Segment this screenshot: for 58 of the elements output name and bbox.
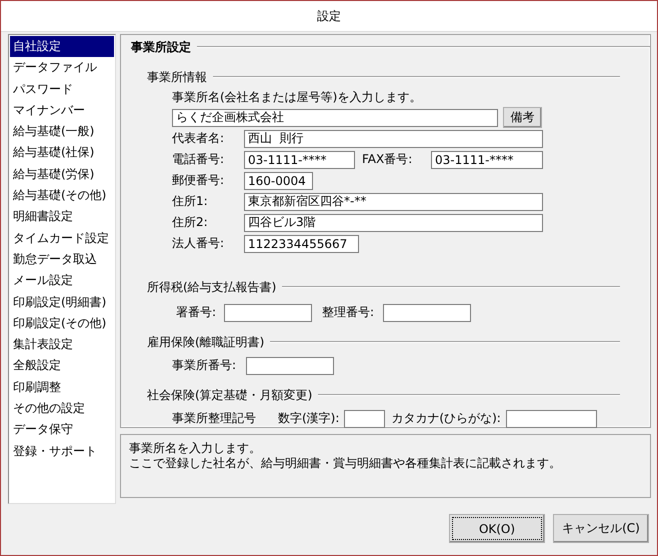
field-label: 住所2: [172, 214, 209, 231]
help-text: ここで登録した社名が、給与明細書・賞与明細書や各種集計表に記載されます。 [129, 456, 562, 471]
sidebar-item[interactable]: マイナンバー [10, 100, 114, 122]
sidebar-item[interactable]: 勤怠データ取込 [10, 248, 114, 270]
input-field[interactable]: 03-1111-**** [431, 150, 543, 168]
input-field[interactable] [224, 304, 312, 322]
field-label: 法人番号: [172, 235, 226, 252]
sidebar-item[interactable]: 全般設定 [10, 355, 114, 377]
window-title: 設定 [317, 8, 341, 24]
field-label: 事業所整理記号 [172, 410, 257, 427]
field-label: 数字(漢字): [278, 410, 340, 427]
input-field[interactable]: 03-1111-**** [244, 150, 355, 168]
sidebar-item[interactable]: 給与基礎(一般) [10, 121, 114, 142]
company-name-field[interactable]: らくだ企画株式会社 [172, 108, 498, 126]
field-label: 郵便番号: [172, 172, 226, 189]
sidebar-item[interactable]: タイムカード設定 [10, 228, 114, 249]
sidebar-item[interactable]: その他の設定 [10, 398, 114, 420]
field-label: 事業所番号: [172, 357, 238, 374]
field-label: 住所1: [172, 193, 209, 210]
section-title: 雇用保険(離職証明書) [147, 334, 264, 350]
input-field[interactable] [344, 410, 386, 428]
field-label: FAX番号: [362, 151, 414, 168]
sidebar-item[interactable]: パスワード [10, 78, 114, 100]
panel-title: 事業所設定 [130, 38, 191, 56]
field-label: 代表者名: [172, 130, 226, 147]
sidebar-item[interactable]: 集計表設定 [10, 334, 114, 356]
input-field[interactable]: 東京都新宿区四谷*-** [244, 192, 543, 210]
sidebar-item[interactable]: 給与基礎(その他) [10, 185, 114, 206]
sidebar-item[interactable]: データファイル [10, 57, 114, 79]
sidebar-item[interactable]: メール設定 [10, 270, 114, 292]
input-field[interactable]: 1122334455667 [244, 234, 359, 252]
field-label: 事業所名(会社名または屋号等)を入力します。 [172, 89, 422, 106]
field-label: カタカナ(ひらがな): [391, 410, 501, 427]
sidebar-item[interactable]: 給与基礎(社保) [10, 142, 114, 164]
input-field[interactable]: 四谷ビル3階 [244, 214, 543, 232]
field-label: 整理番号: [322, 304, 376, 321]
dialog-button[interactable]: キャンセル(C) [553, 514, 649, 543]
section-title: 社会保険(算定基礎・月額変更) [147, 386, 312, 404]
input-field[interactable] [246, 356, 334, 374]
sidebar-item[interactable]: 印刷設定(明細書) [10, 292, 114, 313]
field-label: 電話番号: [172, 151, 226, 168]
section-title: 事業所情報 [147, 68, 207, 86]
sidebar-item[interactable]: 印刷設定(その他) [10, 312, 114, 334]
input-field[interactable] [383, 304, 471, 322]
help-text: 事業所名を入力します。 [129, 441, 262, 456]
field-label: 署番号: [176, 304, 218, 321]
sidebar-item[interactable]: データ保守 [10, 419, 114, 441]
sidebar-item[interactable]: 自社設定 [10, 36, 114, 58]
sidebar-item[interactable]: 印刷調整 [10, 376, 114, 398]
sidebar-item[interactable]: 登録・サポート [10, 440, 114, 462]
sidebar-item[interactable]: 明細書設定 [10, 206, 114, 228]
section-title: 所得税(給与支払報告書) [147, 278, 276, 296]
note-button[interactable]: 備考 [503, 107, 542, 128]
input-field[interactable]: 160-0004 [244, 172, 313, 190]
input-field[interactable]: 西山 則行 [244, 130, 543, 148]
input-field[interactable] [506, 410, 597, 428]
sidebar-item[interactable]: 給与基礎(労保) [10, 164, 114, 186]
dialog-button[interactable]: OK(O) [449, 514, 545, 543]
